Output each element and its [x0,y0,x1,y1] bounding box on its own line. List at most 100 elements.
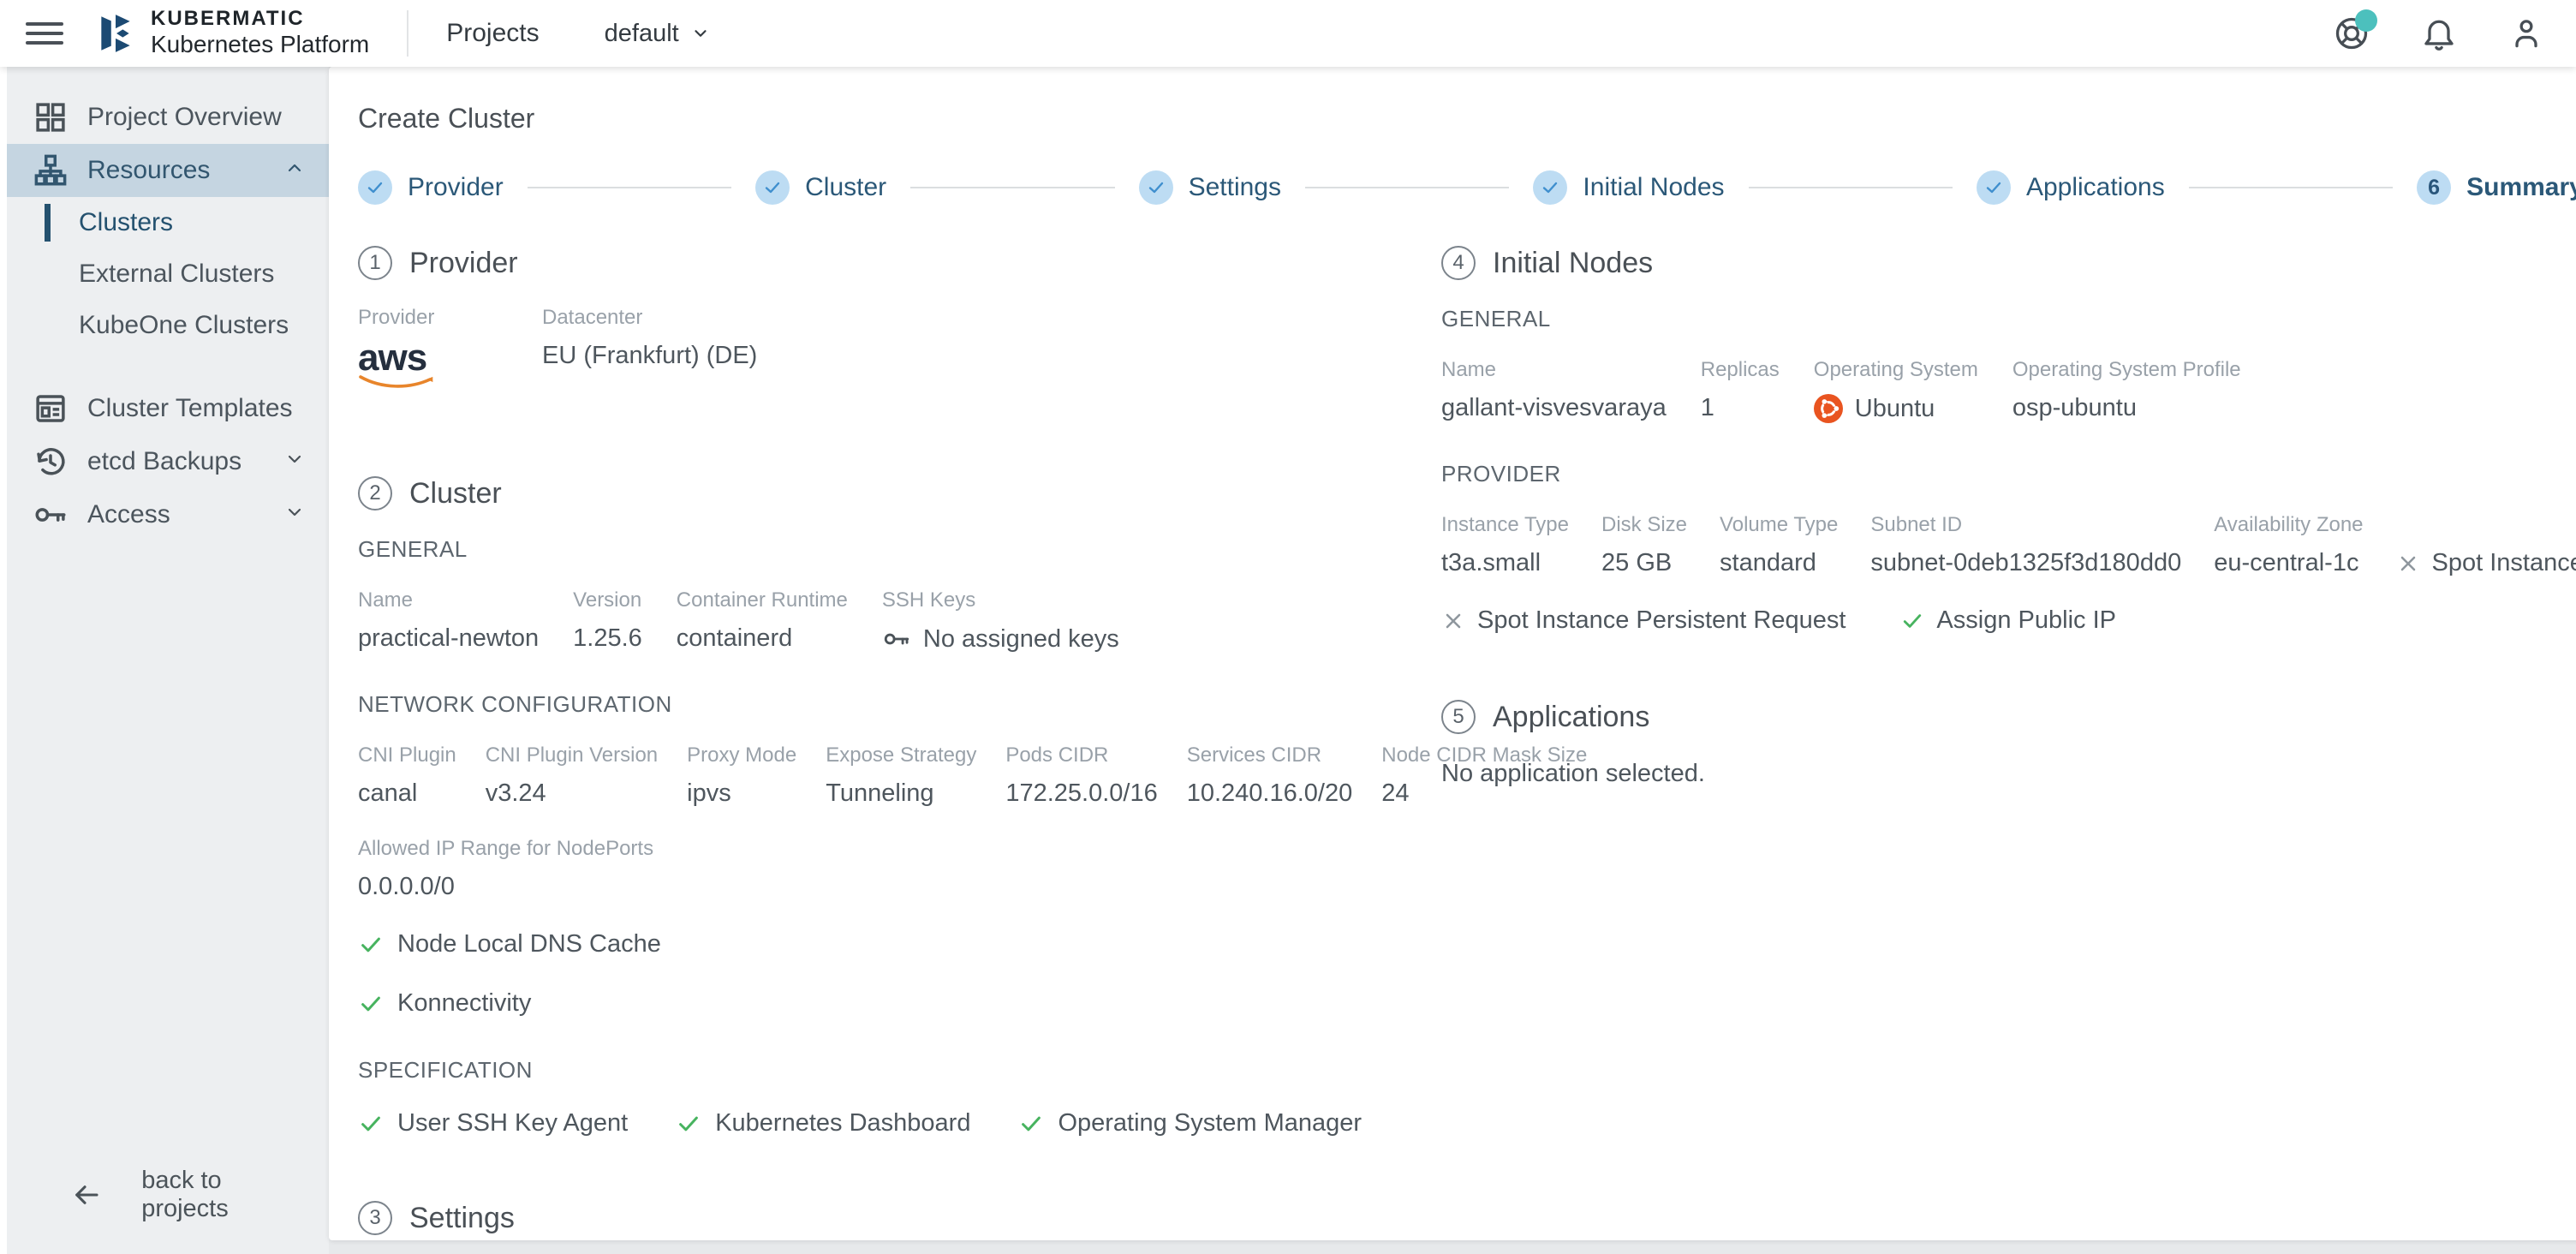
key-icon [33,497,69,533]
help-icon[interactable] [2333,9,2377,52]
field-value: canal [358,779,418,808]
back-to-projects-link[interactable]: back to projects [7,1167,329,1254]
check-icon [361,996,380,1012]
sidebar-item-etcd-backups[interactable]: etcd Backups [7,435,329,488]
feature-node-local-dns: Node Local DNS Cache [358,930,1441,958]
user-icon[interactable] [2507,15,2545,52]
field-value: eu-central-1c [2214,549,2359,576]
sidebar-item-label: Resources [87,156,211,184]
field-value: 1.25.6 [573,624,642,653]
sidebar-item-clusters[interactable]: Clusters [7,197,329,248]
step-connector [2188,187,2394,188]
step-label: Cluster [805,173,887,201]
field-value: Ubuntu [1813,394,1978,423]
section-initial-nodes-header: 4 Initial Nodes [1441,246,2576,280]
field-label: Subnet ID [1870,513,1963,536]
feature-konnectivity: Konnectivity [358,989,1441,1018]
menu-icon[interactable] [26,15,63,52]
back-link-label: back to projects [141,1167,229,1222]
field-value: practical-newton [358,624,540,653]
field-value: osp-ubuntu [2012,394,2137,421]
field-value: 25 GB [1601,549,1673,576]
subsection-specification: SPECIFICATION [358,1057,533,1084]
ubuntu-logo [1813,394,1843,423]
field-value: 172.25.0.0/16 [1005,779,1158,808]
step-check-icon [1976,170,2011,205]
sidebar-item-resources[interactable]: Resources [7,144,329,197]
wizard-stepper: Provider Cluster Settings Initial Nodes … [358,170,2576,205]
section-cluster-header: 2 Cluster [358,476,1441,511]
field-value: ipvs [687,779,731,808]
sidebar-item-kubeone-clusters[interactable]: KubeOne Clusters [7,300,329,351]
nav-projects-link[interactable]: Projects [446,19,539,48]
step-applications[interactable]: Applications [1976,170,2165,205]
step-settings[interactable]: Settings [1138,170,1281,205]
field-label: Expose Strategy [826,743,977,767]
step-check-icon [358,170,392,205]
field-label: Volume Type [1720,513,1839,536]
sidebar-item-label: KubeOne Clusters [79,311,289,339]
template-icon [33,391,69,427]
project-selector[interactable]: default [605,20,710,48]
section-title: Applications [1493,700,1650,733]
section-number: 1 [358,246,392,280]
sidebar-item-label: etcd Backups [87,447,242,475]
create-cluster-card: Create Cluster Provider Cluster Settings… [329,67,2576,1240]
topbar-divider [407,10,409,57]
field-value: gallant-visvesvaraya [1441,394,1667,421]
bell-icon[interactable] [2420,15,2458,52]
chevron-down-icon [695,30,707,37]
sidebar-item-access[interactable]: Access [7,488,329,541]
brand-line2: Kubernetes Platform [151,31,370,58]
field-value: subnet-0deb1325f3d180dd0 [1870,549,2182,576]
field-label: Version [573,588,642,612]
section-settings-header: 3 Settings [358,1201,1441,1236]
step-summary[interactable]: 6 Summary [2417,170,2576,205]
step-check-icon [1533,170,1568,205]
section-number: 4 [1441,246,1476,280]
step-connector [527,187,732,188]
field-value: EU (Frankfurt) (DE) [542,342,758,369]
step-label: Initial Nodes [1583,173,1725,201]
check-icon [1904,613,1922,628]
field-label: Datacenter [542,306,643,329]
topbar-right [2333,9,2545,52]
brand-line1: KUBERMATIC [151,7,305,30]
sidebar-item-label: External Clusters [79,260,275,288]
section-title: Provider [409,246,518,279]
main-area: Create Cluster Provider Cluster Settings… [329,67,2576,1254]
field-label: Allowed IP Range for NodePorts [358,837,654,861]
left-edge [0,67,7,1254]
aws-logo: aws [358,338,437,392]
grid-icon [33,99,69,135]
project-selector-value: default [604,19,679,47]
field-label: CNI Plugin [358,743,456,767]
flag-assign-public-ip: Assign Public IP [1900,606,2116,635]
field-label: CNI Plugin Version [485,743,659,767]
step-check-icon [755,170,790,205]
feature-operating-system-manager: Operating System Manager [1018,1109,1362,1138]
page-title: Create Cluster [358,103,535,134]
sidebar-item-external-clusters[interactable]: External Clusters [7,248,329,300]
sidebar: Project Overview Resources Clusters Exte… [7,67,329,1254]
field-value: Tunneling [826,779,934,808]
flag-spot-instance: Spot Instance [2396,549,2576,577]
brand-text: KUBERMATIC Kubernetes Platform [151,7,370,59]
x-icon [2400,556,2415,570]
sidebar-item-cluster-templates[interactable]: Cluster Templates [7,382,329,435]
section-number: 5 [1441,700,1476,734]
step-provider[interactable]: Provider [358,170,504,205]
step-cluster[interactable]: Cluster [755,170,886,205]
field-label: Proxy Mode [687,743,797,767]
field-label: Operating System Profile [2012,358,2241,381]
subsection-general: GENERAL [1441,306,1551,331]
feature-kubernetes-dashboard: Kubernetes Dashboard [676,1109,970,1138]
check-icon [361,1116,380,1132]
field-label: SSH Keys [881,588,976,612]
step-initial-nodes[interactable]: Initial Nodes [1533,170,1725,205]
field-label: Disk Size [1601,513,1688,536]
section-title: Settings [409,1201,515,1234]
sidebar-item-project-overview[interactable]: Project Overview [7,91,329,144]
step-label: Provider [408,173,504,201]
section-title: Initial Nodes [1493,246,1654,279]
